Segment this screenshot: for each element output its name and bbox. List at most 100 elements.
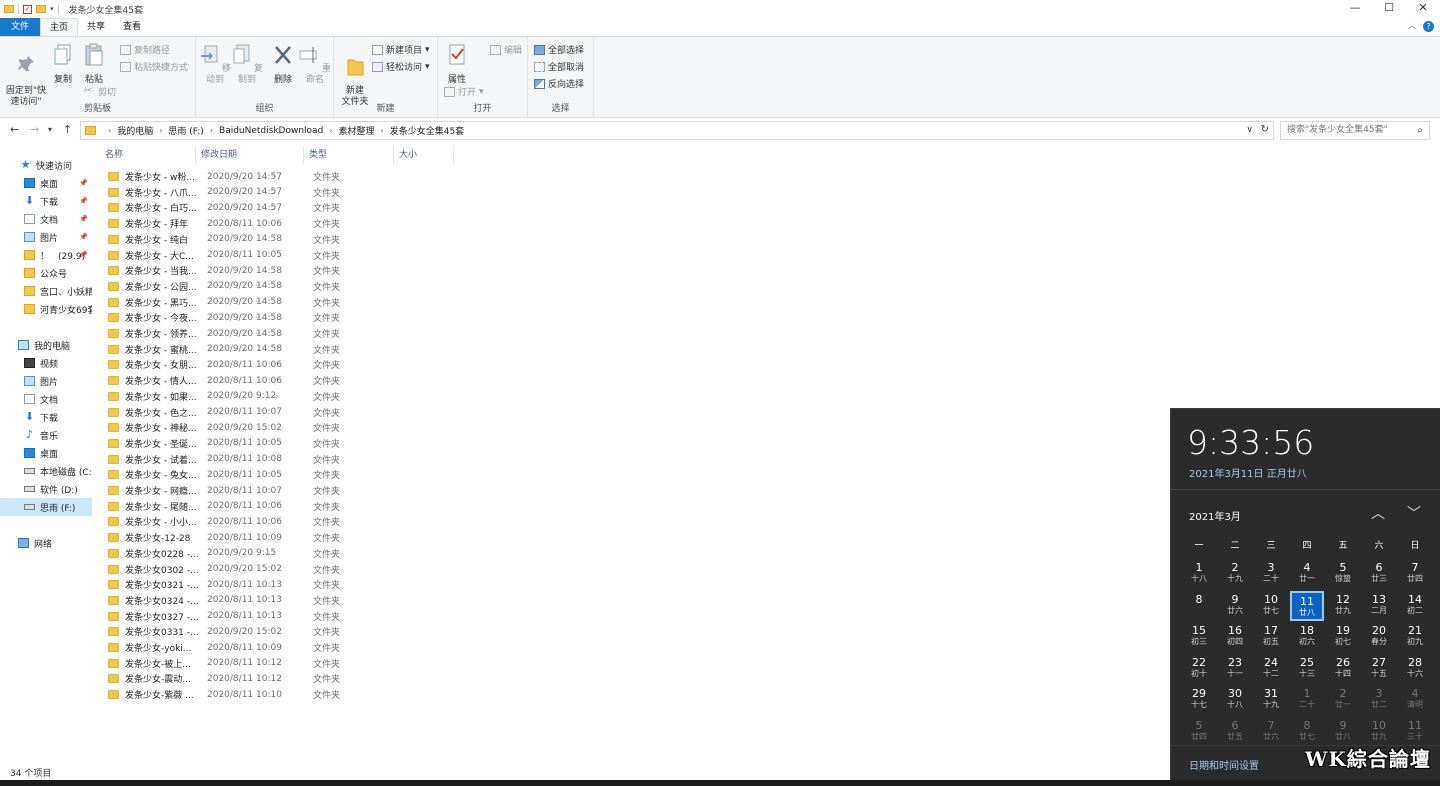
chevron-right-icon[interactable]: › — [381, 126, 384, 135]
calendar-day[interactable]: 9 廿六 — [1218, 591, 1252, 621]
file-row[interactable]: 发条少女 - 兔女... 2020/8/11 10:05 文件夹 — [104, 467, 344, 482]
column-name[interactable]: 名称 — [100, 146, 196, 164]
chevron-right-icon[interactable]: › — [159, 126, 162, 135]
file-row[interactable]: 发条少女 - 色之... 2020/8/11 10:07 文件夹 — [104, 405, 344, 420]
nav-item[interactable]: 软件 (D:) — [0, 480, 92, 498]
file-row[interactable]: 发条少女 - 圣诞... 2020/8/11 10:05 文件夹 — [104, 436, 344, 451]
calendar-day[interactable]: 3 廿二 — [1362, 685, 1396, 715]
calendar-day[interactable]: 20 春分 — [1362, 622, 1396, 652]
properties-icon[interactable]: ✓ — [23, 4, 32, 14]
copy-path-button[interactable]: 复制路径 — [120, 43, 170, 56]
file-row[interactable]: 发条少女-12-28 2020/8/11 10:09 文件夹 — [104, 530, 344, 545]
nav-item[interactable]: 本地磁盘 (C:) — [0, 462, 92, 480]
edit-button[interactable]: 编辑 — [490, 43, 522, 56]
nav-item[interactable]: 我的电脑 — [0, 336, 92, 354]
delete-button[interactable]: 删除 — [268, 43, 298, 86]
calendar-day[interactable]: 2 廿一 — [1326, 685, 1360, 715]
recent-locations-icon[interactable]: ▾ — [48, 125, 52, 134]
calendar-day[interactable]: 18 初六 — [1290, 622, 1324, 652]
calendar-day[interactable]: 24 十二 — [1254, 654, 1288, 684]
refresh-icon[interactable]: ↻ — [1261, 124, 1269, 135]
nav-item[interactable]: 宫口、小妖精 — [0, 282, 92, 300]
chevron-right-icon[interactable]: › — [329, 126, 332, 135]
calendar-day[interactable]: 8 廿七 — [1290, 717, 1324, 747]
new-folder-icon[interactable] — [36, 5, 46, 13]
calendar-day[interactable]: 6 廿三 — [1362, 559, 1396, 589]
calendar-day[interactable]: 11 三十 — [1398, 717, 1432, 747]
forward-arrow-icon[interactable]: → — [30, 123, 39, 136]
up-arrow-icon[interactable]: ↑ — [63, 123, 72, 136]
chevron-right-icon[interactable]: › — [210, 126, 213, 135]
nav-item[interactable]: 网络 — [0, 534, 92, 552]
file-row[interactable]: 发条少女-yoki... 2020/8/11 10:09 文件夹 — [104, 640, 344, 655]
breadcrumb-item[interactable]: BaiduNetdiskDownload — [219, 126, 323, 136]
nav-item[interactable]: 视频 — [0, 354, 92, 372]
column-size[interactable]: 大小 — [394, 146, 454, 164]
copy-button[interactable]: 复制 — [50, 43, 76, 86]
file-row[interactable]: 发条少女-紫薇 ... 2020/8/11 10:10 文件夹 — [104, 687, 344, 702]
column-type[interactable]: 类型 — [304, 146, 394, 164]
close-button[interactable]: ✕ — [1406, 0, 1440, 18]
move-to-button[interactable]: 移动到 — [198, 43, 232, 86]
calendar-day[interactable]: 29 十七 — [1182, 685, 1216, 715]
calendar-day[interactable]: 16 初四 — [1218, 622, 1252, 652]
search-input[interactable]: 搜索"发条少女全集45套" ⌕ — [1280, 121, 1430, 140]
file-row[interactable]: 发条少女 - w粉... 2020/9/20 14:57 文件夹 — [104, 169, 344, 184]
calendar-day[interactable]: 12 廿九 — [1326, 591, 1360, 621]
nav-item[interactable]: ⬇ 下载 — [0, 408, 92, 426]
file-row[interactable]: 发条少女0331 -... 2020/9/20 15:02 文件夹 — [104, 624, 344, 639]
invert-selection-button[interactable]: 反向选择 — [534, 77, 584, 90]
calendar-day[interactable]: 30 十八 — [1218, 685, 1252, 715]
file-row[interactable]: 发条少女 - 八爪... 2020/9/20 14:57 文件夹 — [104, 185, 344, 200]
calendar-day[interactable]: 1 二十 — [1290, 685, 1324, 715]
nav-item[interactable]: 图片 📌 — [0, 228, 92, 246]
file-row[interactable]: 发条少女 - 小小... 2020/8/11 10:06 文件夹 — [104, 514, 344, 529]
calendar-day[interactable]: 7 廿六 — [1254, 717, 1288, 747]
file-row[interactable]: 发条少女-震动... 2020/8/11 10:12 文件夹 — [104, 671, 344, 686]
easy-access-button[interactable]: 轻松访问 ▾ — [372, 60, 430, 73]
pin-quick-access-button[interactable]: 固定到"快 速访问" — [4, 43, 48, 108]
calendar-day[interactable]: 19 初七 — [1326, 622, 1360, 652]
breadcrumb-item[interactable]: 思雨 (F:) — [168, 124, 203, 137]
copy-to-button[interactable]: 复制到 — [230, 43, 264, 86]
file-row[interactable]: 发条少女 - 试着... 2020/8/11 10:08 文件夹 — [104, 452, 344, 467]
tab-view[interactable]: 查看 — [114, 18, 150, 36]
file-row[interactable]: 发条少女 - 拜年 2020/8/11 10:06 文件夹 — [104, 216, 344, 231]
file-row[interactable]: 发条少女 - 蜜桃... 2020/9/20 14:58 文件夹 — [104, 342, 344, 357]
tab-home[interactable]: 主页 — [40, 18, 79, 36]
file-row[interactable]: 发条少女0302 -... 2020/9/20 15:02 文件夹 — [104, 562, 344, 577]
nav-item[interactable]: 文档 — [0, 390, 92, 408]
file-row[interactable]: 发条少女 - 女朋... 2020/8/11 10:06 文件夹 — [104, 357, 344, 372]
chevron-up-icon[interactable]: ︿ — [1371, 503, 1385, 523]
file-row[interactable]: 发条少女 - 情人... 2020/8/11 10:06 文件夹 — [104, 373, 344, 388]
tab-file[interactable]: 文件 — [0, 18, 41, 36]
calendar-day[interactable]: 23 十一 — [1218, 654, 1252, 684]
calendar-day[interactable]: 8 — [1182, 591, 1216, 621]
file-row[interactable]: 发条少女 - 网瘾... 2020/8/11 10:07 文件夹 — [104, 483, 344, 498]
minimize-button[interactable]: — — [1338, 0, 1372, 18]
column-date[interactable]: 修改日期 — [196, 146, 304, 164]
file-row[interactable]: 发条少女 - 今夜... 2020/9/20 14:58 文件夹 — [104, 310, 344, 325]
file-row[interactable]: 发条少女 - 公园... 2020/9/20 14:58 文件夹 — [104, 279, 344, 294]
nav-item[interactable]: 图片 — [0, 372, 92, 390]
date-time-settings-link[interactable]: 日期和时间设置 — [1189, 757, 1259, 772]
nav-item[interactable]: ★ 快速访问 — [0, 156, 92, 174]
calendar-day[interactable]: 6 廿五 — [1218, 717, 1252, 747]
file-row[interactable]: 发条少女 - 白巧... 2020/9/20 14:57 文件夹 — [104, 200, 344, 215]
cut-button[interactable]: ✂ 剪切 — [84, 85, 116, 98]
file-row[interactable]: 发条少女 - 神秘... 2020/9/20 15:02 文件夹 — [104, 420, 344, 435]
chevron-down-icon[interactable]: ﹀ — [1407, 503, 1421, 523]
paste-button[interactable]: 粘贴 — [80, 43, 108, 86]
calendar-day[interactable]: 4 清明 — [1398, 685, 1432, 715]
file-row[interactable]: 发条少女0324 -... 2020/8/11 10:13 文件夹 — [104, 593, 344, 608]
select-none-button[interactable]: 全部取消 — [534, 60, 584, 73]
file-row[interactable]: 发条少女 - 纯白 2020/9/20 14:58 文件夹 — [104, 232, 344, 247]
file-row[interactable]: 发条少女0321 -... 2020/8/11 10:13 文件夹 — [104, 577, 344, 592]
calendar-day[interactable]: 25 十三 — [1290, 654, 1324, 684]
calendar-day[interactable]: 22 初十 — [1182, 654, 1216, 684]
calendar-day[interactable]: 31 十九 — [1254, 685, 1288, 715]
calendar-month[interactable]: 2021年3月 — [1189, 508, 1241, 523]
nav-item[interactable]: 公众号 — [0, 264, 92, 282]
file-row[interactable]: 发条少女0327 -... 2020/8/11 10:13 文件夹 — [104, 609, 344, 624]
properties-button[interactable]: 属性 — [442, 43, 472, 86]
